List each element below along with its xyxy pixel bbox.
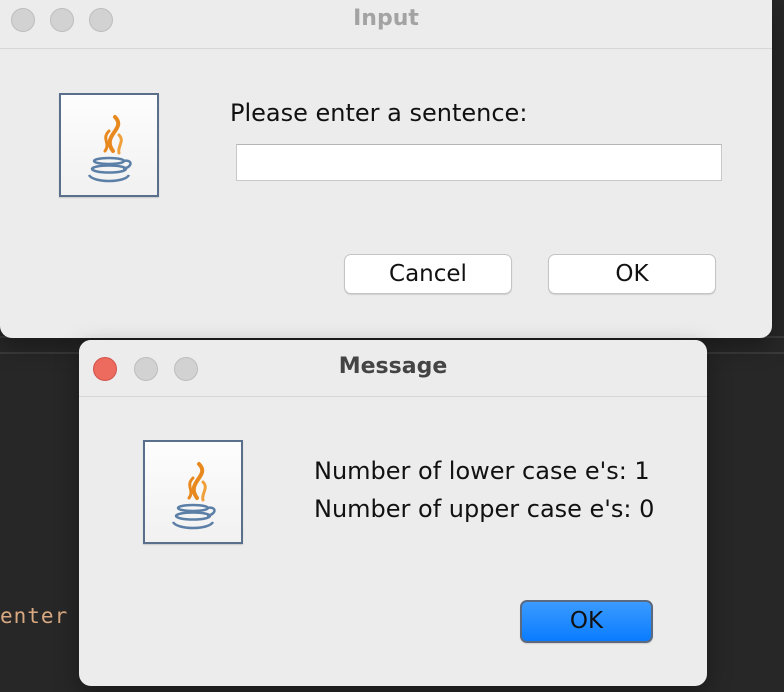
input-dialog: Input Please enter a sentence: Cancel OK bbox=[0, 0, 772, 338]
cancel-button[interactable]: Cancel bbox=[344, 254, 512, 294]
sentence-input[interactable] bbox=[236, 144, 722, 181]
message-dialog-titlebar: Message bbox=[79, 340, 707, 397]
message-dialog-title: Message bbox=[338, 354, 448, 379]
message-line-upper: Number of upper case e's: 0 bbox=[314, 495, 655, 523]
input-dialog-title: Input bbox=[353, 6, 419, 31]
background-code-text: enter bbox=[0, 604, 69, 628]
message-line-lower: Number of lower case e's: 1 bbox=[314, 457, 650, 485]
ok-button[interactable]: OK bbox=[520, 600, 653, 643]
input-dialog-titlebar: Input bbox=[0, 0, 772, 49]
java-cup-icon bbox=[59, 93, 159, 197]
ok-button[interactable]: OK bbox=[548, 254, 716, 294]
message-dialog: Message Number of lower case e's: 1 Numb… bbox=[79, 340, 707, 686]
java-cup-icon bbox=[143, 440, 243, 544]
prompt-label: Please enter a sentence: bbox=[230, 99, 528, 127]
